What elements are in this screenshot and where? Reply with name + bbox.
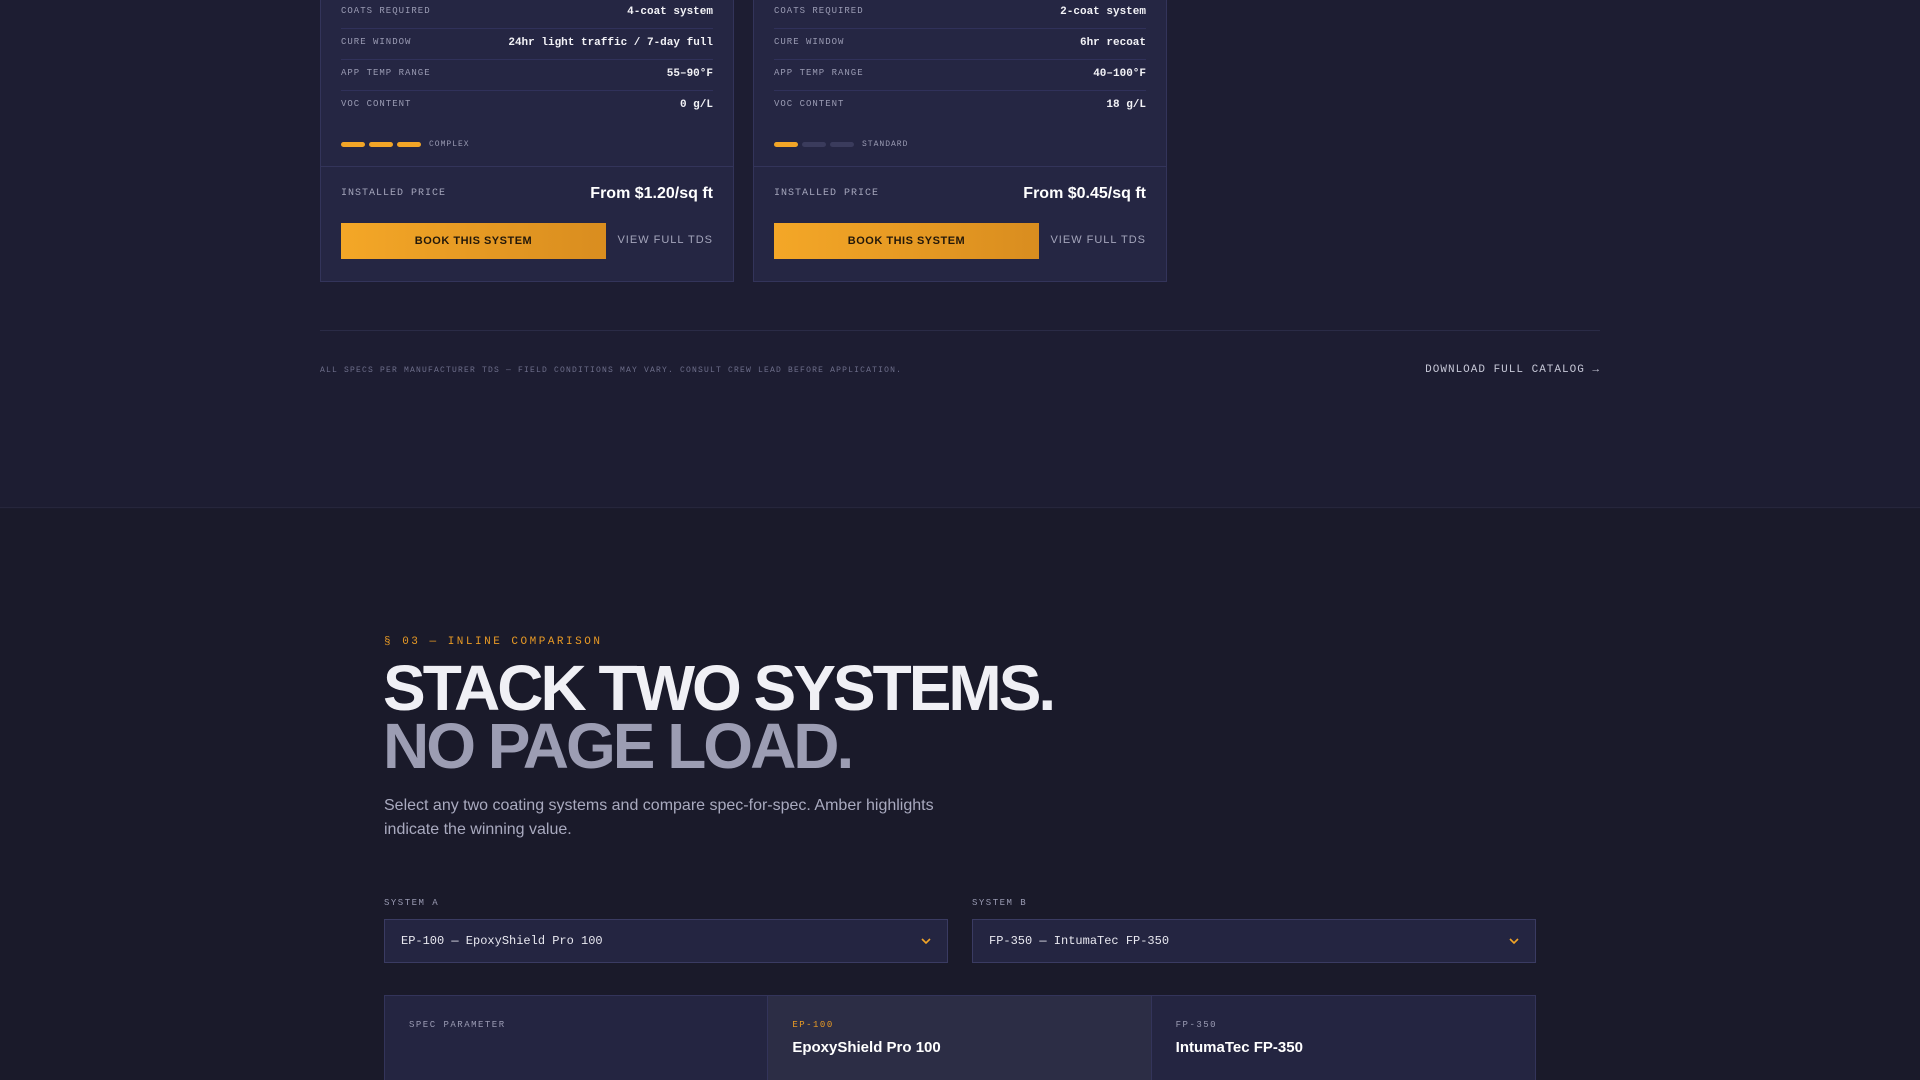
- complexity-segment: [397, 141, 421, 147]
- product-cards-section: COATS REQUIRED 4-coat system CURE WINDOW…: [0, 0, 1920, 508]
- complexity-segment: [774, 141, 798, 147]
- spec-row: APP TEMP RANGE 40–100°F: [774, 60, 1146, 91]
- price-value: From $0.45/sq ft: [1023, 185, 1146, 202]
- system-b-label: SYSTEM B: [972, 898, 1028, 908]
- product-card: COATS REQUIRED 2-coat system CURE WINDOW…: [753, 0, 1167, 282]
- view-tds-link[interactable]: VIEW FULL TDS: [1050, 234, 1146, 246]
- price-value: From $1.20/sq ft: [590, 185, 713, 202]
- price-label: INSTALLED PRICE: [774, 188, 880, 199]
- card-divider: [321, 166, 733, 167]
- spec-value: 0 g/L: [679, 99, 713, 111]
- complexity-label: STANDARD: [862, 139, 909, 149]
- spec-label: CURE WINDOW: [774, 37, 845, 47]
- spec-label: VOC CONTENT: [774, 99, 845, 109]
- complexity-meter: COMPLEX: [341, 139, 470, 149]
- view-tds-link[interactable]: VIEW FULL TDS: [617, 234, 713, 246]
- spec-label: APP TEMP RANGE: [341, 68, 431, 78]
- section-eyebrow: § 03 — INLINE COMPARISON: [384, 636, 603, 648]
- headline-line-1: STACK TWO SYSTEMS.: [383, 652, 1056, 724]
- complexity-segment: [369, 141, 393, 147]
- section-divider: [320, 330, 1600, 331]
- spec-row: COATS REQUIRED 2-coat system: [774, 0, 1146, 29]
- headline-line-2: NO PAGE LOAD.: [383, 710, 854, 782]
- complexity-label: COMPLEX: [429, 139, 470, 149]
- system-b-select[interactable]: FP-350 — IntumaTec FP-350: [972, 919, 1536, 963]
- complexity-segment: [830, 141, 854, 147]
- spec-row: CURE WINDOW 24hr light traffic / 7-day f…: [341, 29, 713, 60]
- system-b-code: FP-350: [1175, 1020, 1218, 1030]
- spec-value: 4-coat system: [627, 6, 713, 18]
- system-a-select[interactable]: EP-100 — EpoxyShield Pro 100: [384, 919, 948, 963]
- system-a-label: SYSTEM A: [384, 898, 440, 908]
- spec-value: 6hr recoat: [1079, 37, 1146, 49]
- comparison-table-header: SPEC PARAMETER EP-100 EpoxyShield Pro 10…: [384, 995, 1536, 1080]
- spec-label: COATS REQUIRED: [341, 6, 431, 16]
- inline-comparison-section: § 03 — INLINE COMPARISON STACK TWO SYSTE…: [0, 509, 1920, 1080]
- spec-row: APP TEMP RANGE 55–90°F: [341, 60, 713, 91]
- parameter-header: SPEC PARAMETER: [409, 1020, 506, 1030]
- download-catalog-link[interactable]: DOWNLOAD FULL CATALOG →: [1425, 364, 1600, 376]
- spec-label: VOC CONTENT: [341, 99, 412, 109]
- spec-value: 2-coat system: [1060, 6, 1146, 18]
- header-cell-parameter: SPEC PARAMETER: [385, 996, 769, 1080]
- spec-row: CURE WINDOW 6hr recoat: [774, 29, 1146, 60]
- spec-row: VOC CONTENT 18 g/L: [774, 91, 1146, 122]
- complexity-segment: [341, 141, 365, 147]
- price-label: INSTALLED PRICE: [341, 188, 447, 199]
- spec-disclaimer: ALL SPECS PER MANUFACTURER TDS — FIELD C…: [320, 366, 903, 375]
- spec-label: COATS REQUIRED: [774, 6, 864, 16]
- spec-value: 55–90°F: [666, 68, 713, 80]
- chevron-down-icon: [921, 938, 931, 945]
- spec-value: 24hr light traffic / 7-day full: [508, 37, 713, 49]
- header-cell-system-b: FP-350 IntumaTec FP-350: [1152, 996, 1535, 1080]
- spec-label: CURE WINDOW: [341, 37, 412, 47]
- spec-value: 18 g/L: [1106, 99, 1146, 111]
- book-system-button[interactable]: BOOK THIS SYSTEM: [774, 223, 1039, 259]
- system-b-name: IntumaTec FP-350: [1175, 1039, 1303, 1056]
- card-divider: [754, 166, 1166, 167]
- spec-row: VOC CONTENT 0 g/L: [341, 91, 713, 122]
- complexity-meter: STANDARD: [774, 139, 909, 149]
- spec-row: COATS REQUIRED 4-coat system: [341, 0, 713, 29]
- section-subcopy: Select any two coating systems and compa…: [384, 797, 934, 838]
- book-system-button[interactable]: BOOK THIS SYSTEM: [341, 223, 606, 259]
- system-b-selected-value: FP-350 — IntumaTec FP-350: [989, 934, 1170, 948]
- spec-label: APP TEMP RANGE: [774, 68, 864, 78]
- header-cell-system-a: EP-100 EpoxyShield Pro 100: [768, 996, 1152, 1080]
- system-a-selected-value: EP-100 — EpoxyShield Pro 100: [401, 934, 603, 948]
- spec-value: 40–100°F: [1093, 68, 1146, 80]
- chevron-down-icon: [1509, 938, 1519, 945]
- section-headline: STACK TWO SYSTEMS. NO PAGE LOAD.: [383, 652, 1056, 782]
- system-a-name: EpoxyShield Pro 100: [792, 1039, 941, 1056]
- complexity-segment: [802, 141, 826, 147]
- system-a-code: EP-100: [792, 1020, 834, 1030]
- product-card: COATS REQUIRED 4-coat system CURE WINDOW…: [320, 0, 734, 282]
